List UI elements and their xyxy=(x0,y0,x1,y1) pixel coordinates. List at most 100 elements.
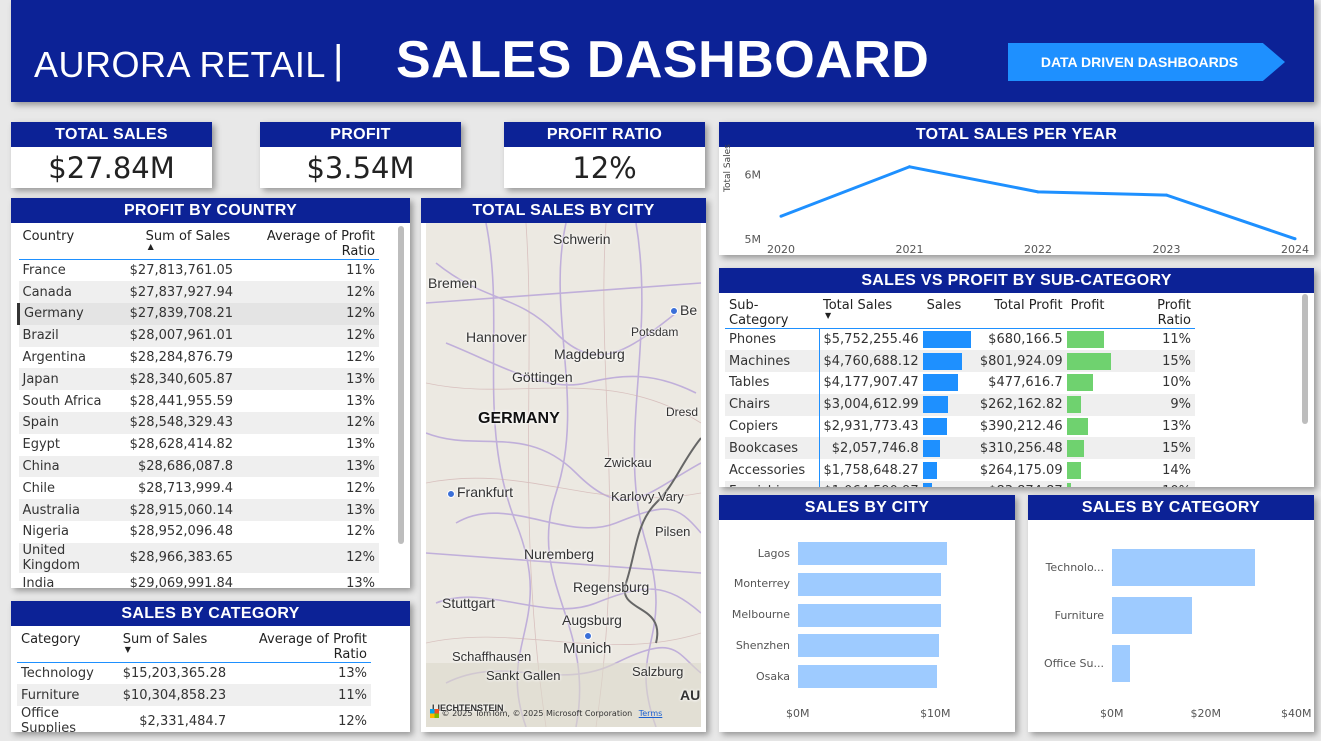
table-cell: Phones xyxy=(729,332,777,348)
subcategory-title: SALES VS PROFIT BY SUB-CATEGORY xyxy=(719,268,1314,293)
table-cell: Technology xyxy=(21,666,94,682)
col-profit-ratio[interactable]: Profit Ratio xyxy=(1119,293,1195,329)
category-label: Melbourne xyxy=(731,608,790,622)
sales-data-bar xyxy=(922,439,940,457)
table-cell: Accessories xyxy=(729,462,806,478)
table-row[interactable]: Chairs $3,004,612.99 $262,162.82 9% xyxy=(725,393,1195,416)
table-cell: Office Supplies xyxy=(21,706,76,732)
col-category[interactable]: Category xyxy=(17,627,119,663)
table-row[interactable]: Office Supplies $2,331,484.7 12% xyxy=(17,706,371,732)
sales-per-year-chart[interactable]: 2020 2021 2022 2023 2024 5M 6M xyxy=(719,147,1314,255)
bing-logo-icon xyxy=(430,709,439,718)
subcategory-table: Sub-Category Total Sales ▼ Sales Total Pr… xyxy=(725,293,1195,487)
city-map[interactable]: Schwerin Bremen Be Potsdam Hannover Magd… xyxy=(426,223,701,727)
table-row[interactable]: France $27,813,761.05 11% xyxy=(19,260,380,282)
col-avg-profit-ratio[interactable]: Average of Profit Ratio xyxy=(237,224,379,260)
table-cell xyxy=(922,459,975,481)
col-sum-of-sales[interactable]: Sum of Sales ▲ xyxy=(126,224,237,260)
bar[interactable] xyxy=(1112,597,1192,634)
table-row[interactable]: Spain $28,548,329.43 12% xyxy=(18,412,379,434)
table-cell xyxy=(1066,329,1119,351)
bar[interactable] xyxy=(798,542,947,565)
table-cell: $4,760,688.12 xyxy=(818,350,923,373)
col-total-sales[interactable]: Total Sales ▼ xyxy=(819,293,923,329)
bar[interactable] xyxy=(798,665,938,689)
col-country[interactable]: Country xyxy=(19,224,126,260)
table-row[interactable]: Brazil $28,007,961.01 12% xyxy=(18,324,379,347)
sales-by-city-chart[interactable]: Lagos Monterrey Melbourne Shenzhen Osaka $0M $… xyxy=(719,520,1015,732)
country-table-scrollbar[interactable] xyxy=(398,226,404,544)
table-cell: 13% xyxy=(338,666,367,682)
table-cell xyxy=(922,350,975,373)
line-point[interactable] xyxy=(1165,193,1168,197)
table-row[interactable]: Australia $28,915,060.14 13% xyxy=(18,499,379,522)
bar[interactable] xyxy=(798,572,942,596)
table-row[interactable]: China $28,686,087.8 13% xyxy=(18,455,379,478)
kpi-total-sales-value: $27.84M xyxy=(48,151,175,185)
table-row[interactable]: Tables $4,177,907.47 $477,616.7 10% xyxy=(725,372,1195,394)
table-row[interactable]: Japan $28,340,605.87 13% xyxy=(18,368,379,391)
table-cell: $5,752,255.46 xyxy=(818,328,923,351)
table-row[interactable]: United Kingdom $28,966,383.65 12% xyxy=(18,542,379,573)
col-total-profit[interactable]: Total Profit xyxy=(975,293,1067,329)
map-label: Dresd xyxy=(666,405,699,419)
subcategory-card: SALES VS PROFIT BY SUB-CATEGORY Sub-Cate… xyxy=(719,268,1314,487)
table-cell xyxy=(1066,350,1119,373)
map-marker[interactable] xyxy=(670,307,678,315)
bar[interactable] xyxy=(1112,549,1256,586)
table-cell: Bookcases xyxy=(725,437,819,460)
table-row[interactable]: Argentina $28,284,876.79 12% xyxy=(19,347,380,369)
table-row[interactable]: Accessories $1,758,648.27 $264,175.09 14% xyxy=(725,459,1195,482)
table-cell: $15,203,365.28 xyxy=(122,666,227,682)
table-cell: $2,057,746.8 xyxy=(818,437,923,460)
line-point[interactable] xyxy=(908,165,911,169)
table-row[interactable]: Bookcases $2,057,746.8 $310,256.48 15% xyxy=(725,437,1195,460)
line-point[interactable] xyxy=(1036,190,1040,194)
table-row[interactable]: Canada $27,837,927.94 12% xyxy=(18,281,379,304)
x-tick-label: 2024 xyxy=(1281,243,1309,255)
table-row[interactable]: Copiers $2,931,773.43 $390,212.46 13% xyxy=(725,415,1195,438)
col-sales-bar[interactable]: Sales xyxy=(923,293,975,329)
table-row[interactable]: Chile $28,713,999.4 12% xyxy=(19,477,380,499)
map-marker[interactable] xyxy=(447,490,455,498)
page-title: SALES DASHBOARD xyxy=(396,31,930,89)
bar[interactable] xyxy=(798,634,939,658)
kpi-profit-label: PROFIT xyxy=(260,122,461,147)
table-row[interactable]: Machines $4,760,688.12 $801,924.09 15% xyxy=(725,350,1195,373)
map-marker[interactable] xyxy=(584,632,592,640)
map-terms-link[interactable]: Terms xyxy=(639,709,663,718)
table-cell xyxy=(922,481,975,487)
table-row[interactable]: Furnishings$1,064,590.97 $83,874.87 10% xyxy=(725,481,1195,487)
col-cat-avg-profit-ratio[interactable]: Average of Profit Ratio xyxy=(230,627,371,663)
sales-by-category-chart[interactable]: Technolo... Furniture Office Su... $0M $20M $… xyxy=(1028,520,1314,732)
sales-by-category-chart-title: SALES BY CATEGORY xyxy=(1028,495,1314,520)
table-row[interactable]: Nigeria $28,952,096.48 12% xyxy=(19,521,380,543)
table-row[interactable]: Germany $27,839,708.21 12% xyxy=(16,303,379,325)
table-row[interactable]: Egypt $28,628,414.82 13% xyxy=(19,434,380,456)
sales-by-category-table-card: SALES BY CATEGORY Category Sum of Sales ▼… xyxy=(11,601,410,732)
table-row[interactable]: South Africa $28,441,955.59 13% xyxy=(19,390,380,412)
table-row[interactable]: India $29,069,991.84 13% xyxy=(19,573,380,588)
col-cat-sum-of-sales[interactable]: Sum of Sales ▼ xyxy=(119,627,230,663)
profit-by-country-card: PROFIT BY COUNTRY Country Sum of Sales ▲ … xyxy=(11,198,410,588)
profit-by-country-title: PROFIT BY COUNTRY xyxy=(11,198,410,223)
table-cell: 11% xyxy=(230,684,371,707)
bar[interactable] xyxy=(1112,645,1131,682)
table-row[interactable]: Furniture $10,304,858.23 11% xyxy=(17,684,371,707)
col-profit-bar[interactable]: Profit xyxy=(1067,293,1119,329)
bar[interactable] xyxy=(798,603,942,627)
sales-line[interactable] xyxy=(780,165,1296,241)
y-tick-label: 5M xyxy=(745,233,762,246)
table-row[interactable]: Technology $15,203,365.28 13% xyxy=(17,663,371,685)
table-cell: $28,441,955.59 xyxy=(129,393,234,409)
line-point[interactable] xyxy=(1293,237,1297,241)
col-sub-category[interactable]: Sub-Category xyxy=(725,293,819,329)
data-driven-dashboards-button[interactable]: DATA DRIVEN DASHBOARDS xyxy=(1008,43,1285,81)
line-point[interactable] xyxy=(779,214,783,218)
table-row[interactable]: Phones $5,752,255.46 $680,166.5 11% xyxy=(725,328,1195,351)
table-cell: Brazil xyxy=(18,324,126,347)
subcategory-scrollbar[interactable] xyxy=(1302,294,1308,424)
table-cell: $477,616.7 xyxy=(988,375,1063,391)
table-cell: Spain xyxy=(18,412,126,434)
table-cell: 12% xyxy=(346,480,375,496)
